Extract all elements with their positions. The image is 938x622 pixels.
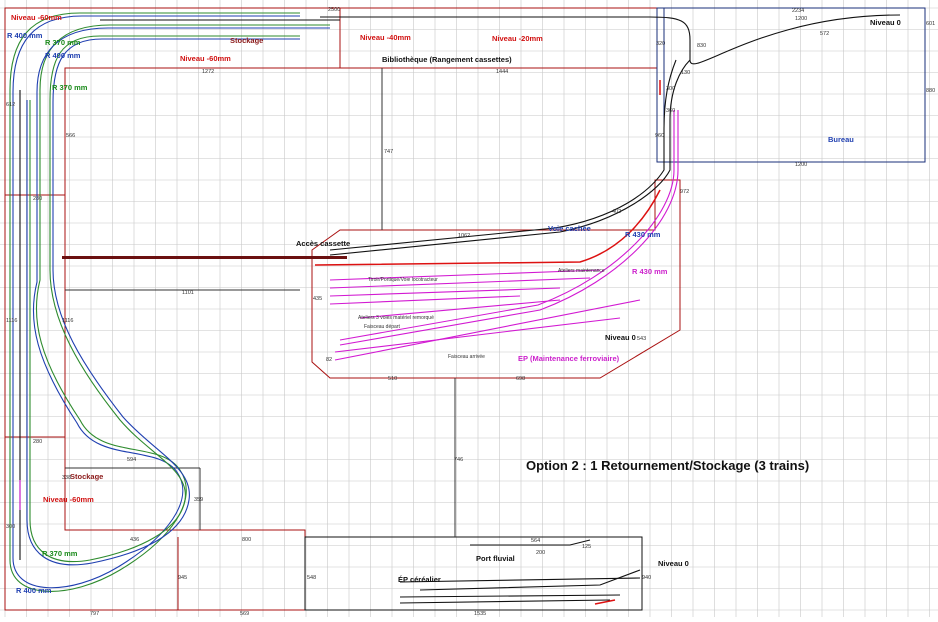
label-port-fluvial: Port fluvial [476, 554, 515, 563]
room-bottom-right [304, 536, 643, 611]
track-plan-svg: Niveau -60mm Niveau -60mm Niveau -60mm N… [0, 0, 938, 617]
track-magenta-4 [329, 295, 521, 305]
dim-1535: 1535 [474, 611, 486, 617]
dim-972: 972 [680, 189, 689, 195]
dim-1444: 1444 [496, 69, 508, 75]
label-r430-a: R 430 mm [625, 230, 661, 239]
track-bottom-2 [399, 594, 621, 598]
dim-800: 800 [242, 537, 251, 543]
room-left-bottom [4, 436, 306, 611]
dim-746: 746 [454, 457, 463, 463]
dim-940: 940 [642, 575, 651, 581]
dim-510: 510 [388, 376, 397, 382]
dim-200: 200 [536, 550, 545, 556]
dim-82: 82 [326, 357, 332, 363]
label-bureau: Bureau [828, 135, 854, 144]
dim-797: 797 [90, 611, 99, 617]
label-niveau-m60-mid: Niveau -60mm [180, 54, 231, 63]
track-loop-blue-inner [26, 38, 300, 566]
dim-402: 402 [612, 209, 621, 215]
label-small-3: Ateliers 3 voies matériel remorqué [358, 315, 434, 321]
room-bureau [656, 7, 926, 163]
dim-698: 698 [516, 376, 525, 382]
track-magenta-main-2 [339, 110, 675, 341]
dim-1062: 1062 [458, 233, 470, 239]
dim-572: 572 [820, 31, 829, 37]
dim-1200a: 1200 [795, 16, 807, 22]
dim-130: 130 [681, 70, 690, 76]
label-ep-maintenance: EP (Maintenance ferroviaire) [518, 354, 620, 363]
track-magenta-3 [329, 287, 561, 297]
dim-601: 601 [926, 21, 935, 27]
labels: Niveau -60mm Niveau -60mm Niveau -60mm N… [7, 13, 901, 595]
label-niveau-0-mid: Niveau 0 [605, 333, 636, 342]
dim-612: 612 [6, 102, 15, 108]
label-small-1: Tiroir/Portique/Voie locotracteur [368, 277, 438, 283]
track-loop-green-outer [9, 12, 330, 592]
track-bottom-4 [399, 599, 611, 604]
track-port [470, 539, 591, 546]
dim-564: 564 [531, 538, 540, 544]
dim-1272: 1272 [202, 69, 214, 75]
dim-548: 548 [307, 575, 316, 581]
dim-436: 436 [130, 537, 139, 543]
dim-1200b: 1200 [795, 162, 807, 168]
dim-280b: 280 [33, 439, 42, 445]
dim-830: 830 [697, 43, 706, 49]
label-stockage-top: Stockage [230, 36, 263, 45]
dim-747: 747 [384, 149, 393, 155]
track-loop-green-inner [29, 35, 300, 562]
dim-569: 569 [240, 611, 249, 617]
label-stockage-left: Stockage [70, 472, 103, 481]
dim-360: 360 [666, 108, 675, 114]
dim-566: 566 [66, 133, 75, 139]
dim-1116b: 1116 [62, 318, 73, 324]
label-niveau-m60-left: Niveau -60mm [43, 495, 94, 504]
acces-cassette-bar [62, 256, 347, 259]
label-ep-cerealier: ÉP céréalier [398, 575, 441, 584]
dim-300b: 300 [6, 524, 15, 530]
label-r370-bottom: R 370 mm [42, 549, 78, 558]
dim-2234: 2234 [792, 8, 804, 14]
dim-960: 960 [655, 133, 664, 139]
dim-1101: 1101 [182, 290, 194, 296]
label-bibliotheque: Bibliothèque (Rangement cassettes) [382, 55, 512, 64]
dim-543: 543 [637, 336, 646, 342]
label-acces-cassette: Accès cassette [296, 239, 350, 248]
dim-880: 880 [926, 88, 935, 94]
label-niveau-0-bottom: Niveau 0 [658, 559, 689, 568]
label-small-4: Faisceau départ [364, 324, 400, 330]
label-r430-b: R 430 mm [632, 267, 668, 276]
dim-1116a: 1116 [6, 318, 17, 324]
dim-594: 594 [127, 457, 136, 463]
dim-125: 125 [582, 544, 591, 550]
dim-435: 435 [313, 296, 322, 302]
diagram-title: Option 2 : 1 Retournement/Stockage (3 tr… [526, 458, 809, 473]
dim-300: 300 [666, 86, 675, 92]
dim-359: 359 [194, 497, 203, 503]
dim-280a: 280 [33, 196, 42, 202]
label-r400-bottom: R 400 mm [16, 586, 52, 595]
label-r400-top2: R 400 mm [45, 51, 81, 60]
label-niveau-m60-top: Niveau -60mm [11, 13, 62, 22]
dimension-labels: 2500 1272 1444 2234 1200 572 601 880 830… [6, 7, 935, 617]
label-r400-top: R 400 mm [7, 31, 43, 40]
label-niveau-m40: Niveau -40mm [360, 33, 411, 42]
label-niveau-m20: Niveau -20mm [492, 34, 543, 43]
label-r370-left: R 370 mm [52, 83, 88, 92]
dim-338: 338 [62, 475, 71, 481]
dim-2500: 2500 [328, 7, 340, 13]
room-left-column [4, 194, 66, 438]
label-voie-cachee: Voie cachée [548, 224, 591, 233]
dim-945: 945 [178, 575, 187, 581]
label-niveau-0-top: Niveau 0 [870, 18, 901, 27]
label-small-5: Faisceau arrivée [448, 354, 485, 360]
dim-320: 320 [656, 41, 665, 47]
track-plan: Niveau -60mm Niveau -60mm Niveau -60mm N… [0, 0, 938, 617]
label-r370-top: R 370 mm [45, 38, 81, 47]
label-small-2: Ateliers maintenance [558, 268, 605, 274]
